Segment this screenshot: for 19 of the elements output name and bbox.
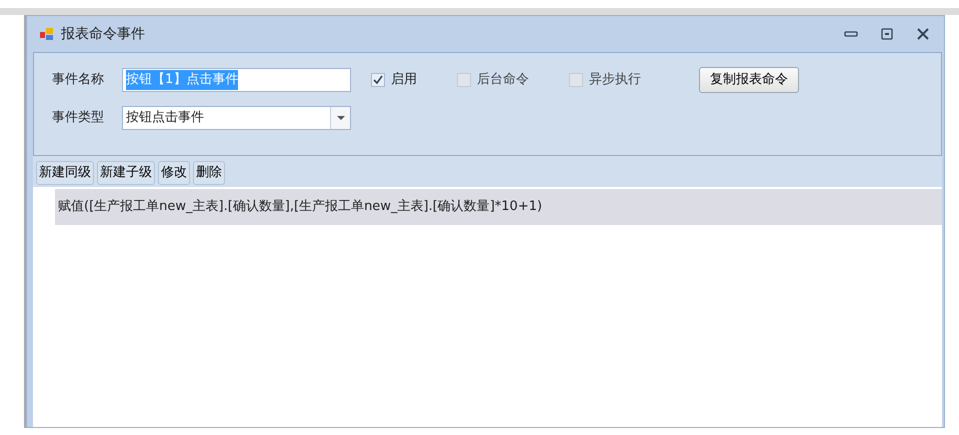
minimize-icon[interactable] — [844, 30, 858, 38]
field-label: 事件类型 — [52, 109, 105, 128]
command-row[interactable]: 赋值([生产报工单new_主表].[确认数量],[生产报工单new_主表].[确认数量]*10+1) — [55, 189, 942, 224]
copy-command-button[interactable]: 复制报表命令 — [699, 67, 799, 93]
app-icon — [39, 26, 55, 42]
event-type-dropdown[interactable]: 按钮点击事件 — [122, 106, 351, 130]
dropdown-arrow-icon — [336, 116, 344, 120]
toolbar-button[interactable]: 删除 — [193, 161, 225, 185]
toolbar-button[interactable]: 新建同级 — [36, 161, 94, 185]
checkbox-label: 后台命令 — [477, 71, 529, 90]
maximize-icon[interactable] — [881, 28, 893, 40]
checkbox-label: 启用 — [391, 71, 417, 90]
field-label: 事件名称 — [52, 71, 105, 90]
checkbox[interactable] — [371, 73, 385, 87]
checkbox-label: 异步执行 — [589, 71, 641, 90]
close-icon[interactable] — [916, 28, 930, 40]
toolbar-button[interactable]: 修改 — [158, 161, 190, 185]
window-title: 报表命令事件 — [61, 24, 145, 44]
toolbar-button[interactable]: 新建子级 — [97, 161, 155, 185]
